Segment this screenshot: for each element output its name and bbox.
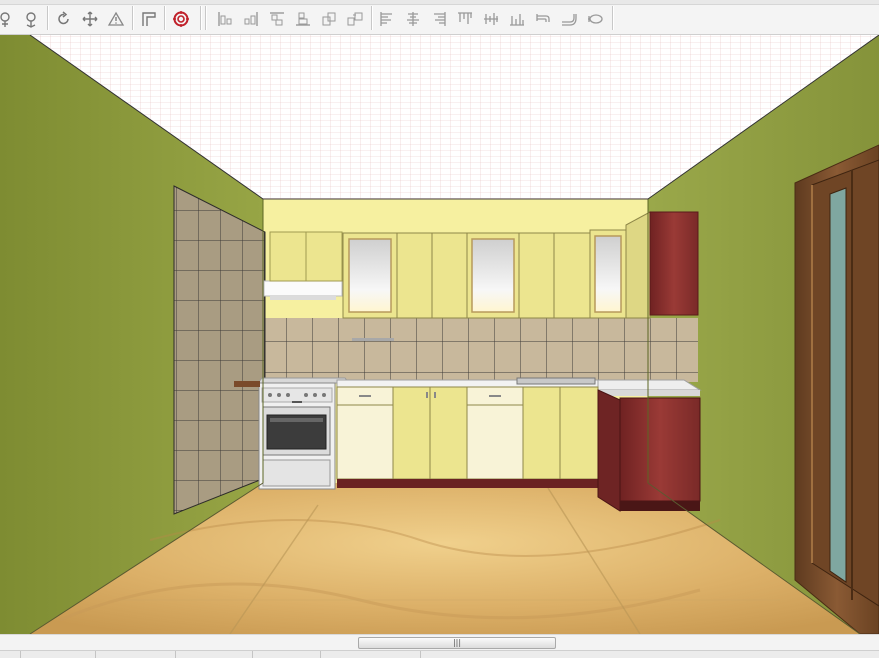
align-right-icon[interactable] — [428, 8, 450, 30]
pipe-icon[interactable] — [558, 8, 580, 30]
toolbar-separator — [205, 6, 207, 30]
distribute-top-icon[interactable] — [454, 8, 476, 30]
toolbar-separator — [612, 6, 614, 30]
3d-viewport[interactable] — [0, 35, 879, 634]
target-icon[interactable] — [170, 8, 192, 30]
toolbar-separator — [132, 6, 134, 30]
group-icon[interactable] — [318, 8, 340, 30]
ungroup-icon[interactable] — [344, 8, 366, 30]
rotate-icon[interactable] — [53, 8, 75, 30]
scrollbar-grip: ||| — [452, 638, 462, 647]
horizontal-scrollbar[interactable]: ||| — [0, 634, 879, 650]
range-hood — [263, 280, 343, 297]
align-right-edges-icon[interactable] — [240, 8, 262, 30]
gas-icon[interactable] — [584, 8, 606, 30]
toolbar-separator — [200, 6, 202, 30]
kitchen-3d-scene — [0, 35, 879, 634]
distribute-middle-icon[interactable] — [480, 8, 502, 30]
toolbar-separator — [164, 6, 166, 30]
scrollbar-thumb[interactable]: ||| — [358, 637, 556, 649]
faucet-icon[interactable] — [532, 8, 554, 30]
side-wall-tiles — [174, 186, 265, 514]
toolbar-separator — [47, 6, 49, 30]
align-bottom-edges-icon[interactable] — [292, 8, 314, 30]
warning-icon[interactable] — [105, 8, 127, 30]
menu-strip-edge — [0, 0, 879, 5]
move-icon[interactable] — [79, 8, 101, 30]
align-left-edges-icon[interactable] — [214, 8, 236, 30]
wall-icon[interactable] — [138, 8, 160, 30]
toolbar — [0, 0, 879, 35]
door — [794, 144, 879, 634]
align-center-icon[interactable] — [402, 8, 424, 30]
pan-icon[interactable] — [0, 8, 16, 30]
align-top-edges-icon[interactable] — [266, 8, 288, 30]
toolbar-separator — [371, 6, 373, 30]
distribute-bottom-icon[interactable] — [506, 8, 528, 30]
backsplash-tiles — [265, 318, 698, 382]
align-left-icon[interactable] — [376, 8, 398, 30]
sink — [516, 377, 596, 385]
orbit-icon[interactable] — [20, 8, 42, 30]
